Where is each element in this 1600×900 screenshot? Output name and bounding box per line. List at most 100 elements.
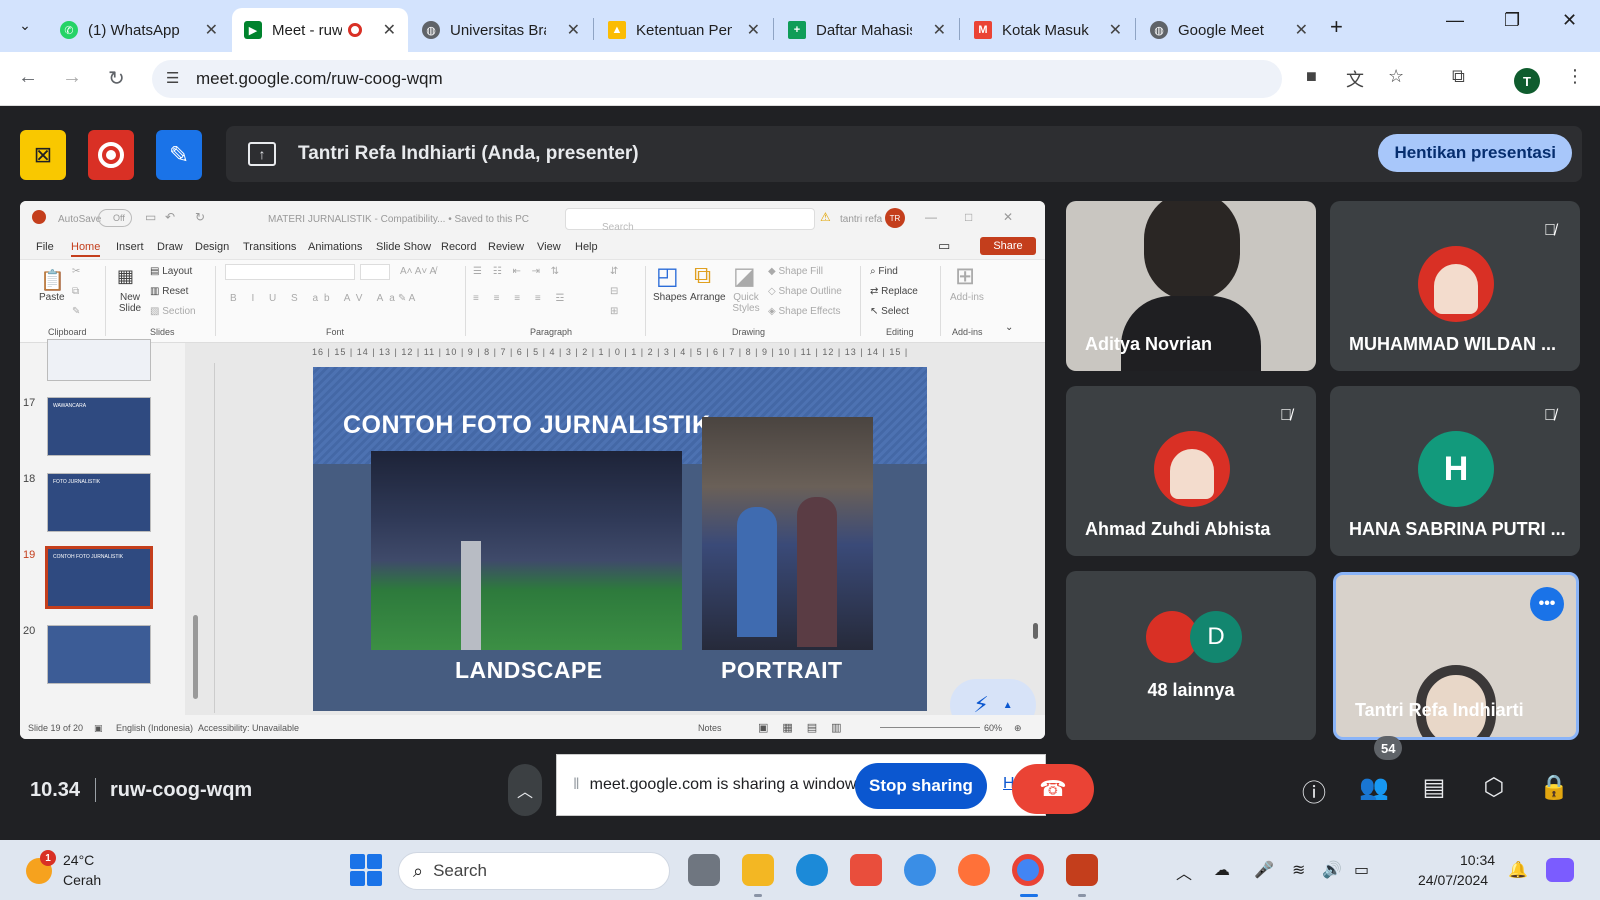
slide-thumbnail-17[interactable]: WAWANCARA: [47, 397, 151, 456]
chrome-icon[interactable]: [1012, 854, 1044, 886]
microphone-icon[interactable]: 🎤: [1254, 860, 1274, 880]
thumbnail-scrollbar[interactable]: [192, 343, 200, 715]
drag-handle-icon[interactable]: ‖: [573, 776, 580, 794]
volume-icon[interactable]: 🔊: [1322, 860, 1342, 880]
ppt-minimize-icon[interactable]: —: [925, 210, 937, 224]
restore-icon[interactable]: ❐: [1504, 10, 1520, 31]
recording-button[interactable]: [88, 130, 134, 180]
taskbar-search[interactable]: ⌕ Search: [398, 852, 670, 890]
chat-icon[interactable]: ▤: [1418, 773, 1450, 802]
task-view-icon[interactable]: [688, 854, 720, 886]
close-tab-icon[interactable]: ✕: [567, 20, 580, 40]
site-info-icon[interactable]: ☰: [166, 69, 179, 87]
collapse-ribbon-icon[interactable]: ⌄: [1005, 322, 1013, 333]
cut-icon[interactable]: ✂: [72, 266, 80, 277]
menu-file[interactable]: File: [36, 241, 54, 253]
menu-icon[interactable]: ⋮: [1566, 66, 1584, 87]
copy-icon[interactable]: ⧉: [72, 286, 79, 297]
stop-presenting-button[interactable]: Hentikan presentasi: [1378, 134, 1572, 172]
align-icons[interactable]: ≡ ≡ ≡ ≡ ☲: [473, 293, 570, 304]
tab-whatsapp[interactable]: ✆ (1) WhatsApp ✕: [48, 8, 230, 52]
arrange-icon[interactable]: ⧉: [694, 262, 711, 290]
view-buttons[interactable]: ▣▦▤▥: [758, 721, 856, 734]
back-icon[interactable]: ←: [18, 66, 38, 89]
participant-tile[interactable]: 🎙̸ MUHAMMAD WILDAN ...: [1330, 201, 1580, 371]
more-options-icon[interactable]: •••: [1530, 587, 1564, 621]
tab-meet[interactable]: ▶ Meet - ruw-coog-wqm ✕: [232, 8, 408, 52]
close-tab-icon[interactable]: ✕: [205, 20, 218, 40]
share-button[interactable]: Share: [980, 237, 1036, 255]
fit-slide-icon[interactable]: ⊕: [1014, 723, 1022, 734]
font-color-icons[interactable]: ✎ A: [398, 293, 415, 304]
menu-record[interactable]: Record: [441, 241, 476, 253]
scrollbar-thumb[interactable]: [193, 615, 198, 699]
more-participants-tile[interactable]: D 48 lainnya: [1066, 571, 1316, 741]
paste-button[interactable]: Paste: [39, 292, 65, 303]
paste-icon[interactable]: 📋: [40, 268, 65, 293]
help-icon[interactable]: [904, 854, 936, 886]
battery-icon[interactable]: ▭: [1354, 860, 1369, 880]
people-icon[interactable]: 👥: [1358, 773, 1390, 802]
weather-description[interactable]: Cerah: [63, 872, 101, 888]
onedrive-icon[interactable]: ☁: [1214, 860, 1230, 880]
new-slide-button[interactable]: New Slide: [118, 292, 142, 314]
format-painter-icon[interactable]: ✎: [72, 306, 80, 317]
select-button[interactable]: ↖ Select: [870, 306, 909, 317]
close-tab-icon[interactable]: ✕: [933, 20, 946, 40]
spellcheck-icon[interactable]: ▣: [94, 723, 103, 734]
tab-gmail[interactable]: M Kotak Masuk ✕: [962, 8, 1134, 52]
replace-button[interactable]: ⇄ Replace: [870, 286, 918, 297]
list-icons[interactable]: ☰ ☷ ⇤ ⇥ ⇅: [473, 266, 563, 277]
copilot-icon[interactable]: [1546, 858, 1574, 882]
undo-icon[interactable]: ↶: [165, 210, 175, 224]
participant-tile[interactable]: Aditya Novrian: [1066, 201, 1316, 371]
forward-icon[interactable]: →: [62, 66, 82, 89]
file-explorer-icon[interactable]: [742, 854, 774, 886]
clock-date[interactable]: 24/07/2024: [1418, 872, 1488, 888]
close-window-icon[interactable]: ✕: [1562, 10, 1577, 31]
redo-icon[interactable]: ↻: [195, 210, 205, 224]
notification-bell-icon[interactable]: 🔔: [1508, 860, 1528, 880]
section-button[interactable]: ▧ Section: [150, 306, 196, 317]
chevron-up-icon[interactable]: ︿: [508, 764, 542, 816]
shape-effects-button[interactable]: ◈ Shape Effects: [768, 306, 841, 317]
address-bar[interactable]: ☰ meet.google.com/ruw-coog-wqm: [152, 60, 1282, 98]
font-name-box[interactable]: [225, 264, 355, 280]
new-slide-icon[interactable]: ▦: [117, 266, 134, 287]
stop-captions-icon[interactable]: ⊠: [20, 130, 66, 180]
stop-sharing-button[interactable]: Stop sharing: [855, 763, 987, 809]
language-label[interactable]: English (Indonesia): [116, 723, 193, 733]
close-tab-icon[interactable]: ✕: [1295, 20, 1308, 40]
current-slide[interactable]: CONTOH FOTO JURNALISTIK LANDSCAPE PORTRA…: [313, 367, 927, 711]
menu-transitions[interactable]: Transitions: [243, 241, 296, 253]
add-ins-icon[interactable]: ⊞: [955, 262, 975, 291]
ppt-search-box[interactable]: Search: [565, 208, 815, 233]
translate-icon[interactable]: 文: [1346, 66, 1364, 92]
menu-home[interactable]: Home: [71, 241, 101, 257]
add-ins-button[interactable]: Add-ins: [950, 292, 984, 303]
info-icon[interactable]: ⓘ: [1298, 773, 1330, 808]
reload-icon[interactable]: ↻: [108, 66, 125, 91]
arrange-button[interactable]: Arrange: [690, 292, 726, 303]
close-tab-icon[interactable]: ✕: [383, 20, 396, 40]
shapes-icon[interactable]: ◰: [656, 262, 679, 291]
slide-thumbnail-19[interactable]: CONTOH FOTO JURNALISTIK: [45, 546, 153, 609]
minimize-icon[interactable]: —: [1446, 10, 1464, 31]
slide-scrollbar[interactable]: [1030, 343, 1042, 715]
slide-thumbnail-18[interactable]: FOTO JURNALISTIK: [47, 473, 151, 532]
menu-view[interactable]: View: [537, 241, 561, 253]
font-format-icons[interactable]: B I U S ab AV Aa: [230, 293, 401, 304]
slide-thumbnail-16[interactable]: [47, 339, 151, 381]
store-icon[interactable]: [850, 854, 882, 886]
shape-fill-button[interactable]: ◆ Shape Fill: [768, 266, 823, 277]
tab-google-meet[interactable]: ◍ Google Meet ✕: [1138, 8, 1320, 52]
shape-outline-button[interactable]: ◇ Shape Outline: [768, 286, 842, 297]
save-icon[interactable]: ▭: [145, 210, 156, 224]
comments-icon[interactable]: ▭: [938, 238, 950, 254]
ppt-restore-icon[interactable]: □: [965, 210, 972, 224]
menu-design[interactable]: Design: [195, 241, 229, 253]
wifi-icon[interactable]: ≋: [1292, 860, 1305, 880]
smartart-icon[interactable]: ⊞: [610, 306, 618, 317]
quick-styles-button[interactable]: Quick Styles: [732, 292, 760, 314]
host-controls-icon[interactable]: 🔒: [1538, 773, 1570, 802]
